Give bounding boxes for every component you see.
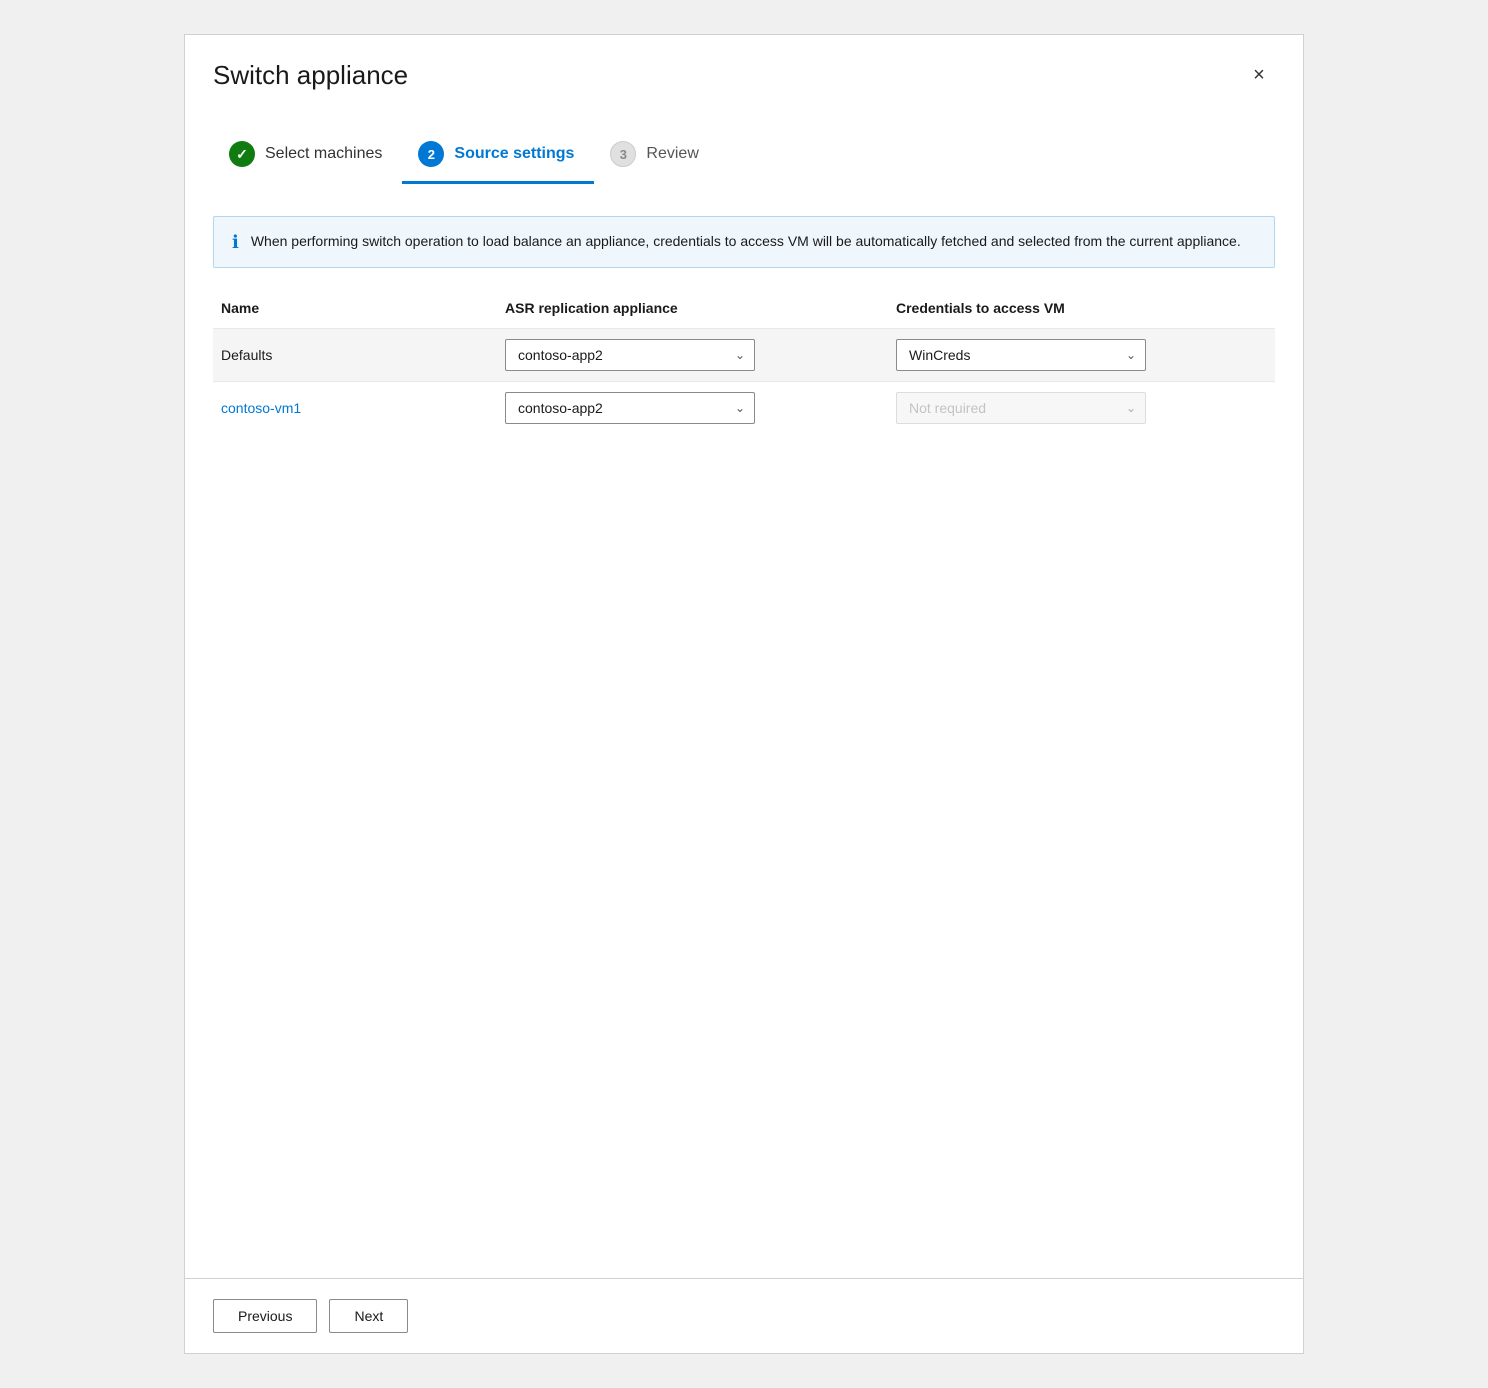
step3-circle: 3 (610, 141, 636, 167)
settings-table: Name ASR replication appliance Credentia… (213, 292, 1275, 434)
table-row: contoso-vm1 contoso-app2 ⌄ (213, 382, 1275, 435)
dialog-title: Switch appliance (213, 60, 408, 91)
dialog-body: ✓ Select machines 2 Source settings 3 Re… (185, 107, 1303, 1278)
asr-dropdown-defaults[interactable]: contoso-app2 (505, 339, 755, 371)
row-vm-name-cell: contoso-vm1 (213, 382, 493, 435)
col-asr: ASR replication appliance (493, 292, 884, 329)
previous-button[interactable]: Previous (213, 1299, 317, 1333)
row-defaults-name: Defaults (213, 329, 493, 382)
switch-appliance-dialog: Switch appliance × ✓ Select machines 2 S… (184, 34, 1304, 1354)
checkmark-icon: ✓ (236, 146, 248, 163)
col-name: Name (213, 292, 493, 329)
step2-circle: 2 (418, 141, 444, 167)
info-icon: ℹ (232, 232, 239, 253)
next-button[interactable]: Next (329, 1299, 408, 1333)
step1-label: Select machines (265, 145, 382, 163)
info-text: When performing switch operation to load… (251, 231, 1241, 252)
col-creds: Credentials to access VM (884, 292, 1275, 329)
step3-label: Review (646, 145, 698, 163)
row-vm-asr-cell: contoso-app2 ⌄ (493, 382, 884, 435)
creds-dropdown-defaults[interactable]: WinCreds (896, 339, 1146, 371)
dialog-footer: Previous Next (185, 1278, 1303, 1353)
step-review[interactable]: 3 Review (594, 131, 718, 184)
creds-dropdown-wrapper-vm: Not required ⌄ (896, 392, 1146, 424)
row-defaults-creds-cell: WinCreds ⌄ (884, 329, 1275, 382)
step2-number: 2 (428, 147, 435, 162)
creds-dropdown-vm[interactable]: Not required (896, 392, 1146, 424)
close-button[interactable]: × (1243, 59, 1275, 91)
asr-dropdown-wrapper-defaults: contoso-app2 ⌄ (505, 339, 755, 371)
table-row: Defaults contoso-app2 ⌄ WinCreds (213, 329, 1275, 382)
step-select-machines[interactable]: ✓ Select machines (213, 131, 402, 184)
row-defaults-asr-cell: contoso-app2 ⌄ (493, 329, 884, 382)
steps-row: ✓ Select machines 2 Source settings 3 Re… (213, 131, 1275, 192)
creds-dropdown-wrapper-defaults: WinCreds ⌄ (896, 339, 1146, 371)
row-vm-creds-cell: Not required ⌄ (884, 382, 1275, 435)
info-banner: ℹ When performing switch operation to lo… (213, 216, 1275, 268)
step2-label: Source settings (454, 145, 574, 163)
step1-circle: ✓ (229, 141, 255, 167)
vm-name-link[interactable]: contoso-vm1 (221, 400, 301, 416)
step3-number: 3 (620, 147, 627, 162)
asr-dropdown-wrapper-vm: contoso-app2 ⌄ (505, 392, 755, 424)
dialog-header: Switch appliance × (185, 35, 1303, 107)
table-header-row: Name ASR replication appliance Credentia… (213, 292, 1275, 329)
step-source-settings[interactable]: 2 Source settings (402, 131, 594, 184)
asr-dropdown-vm[interactable]: contoso-app2 (505, 392, 755, 424)
